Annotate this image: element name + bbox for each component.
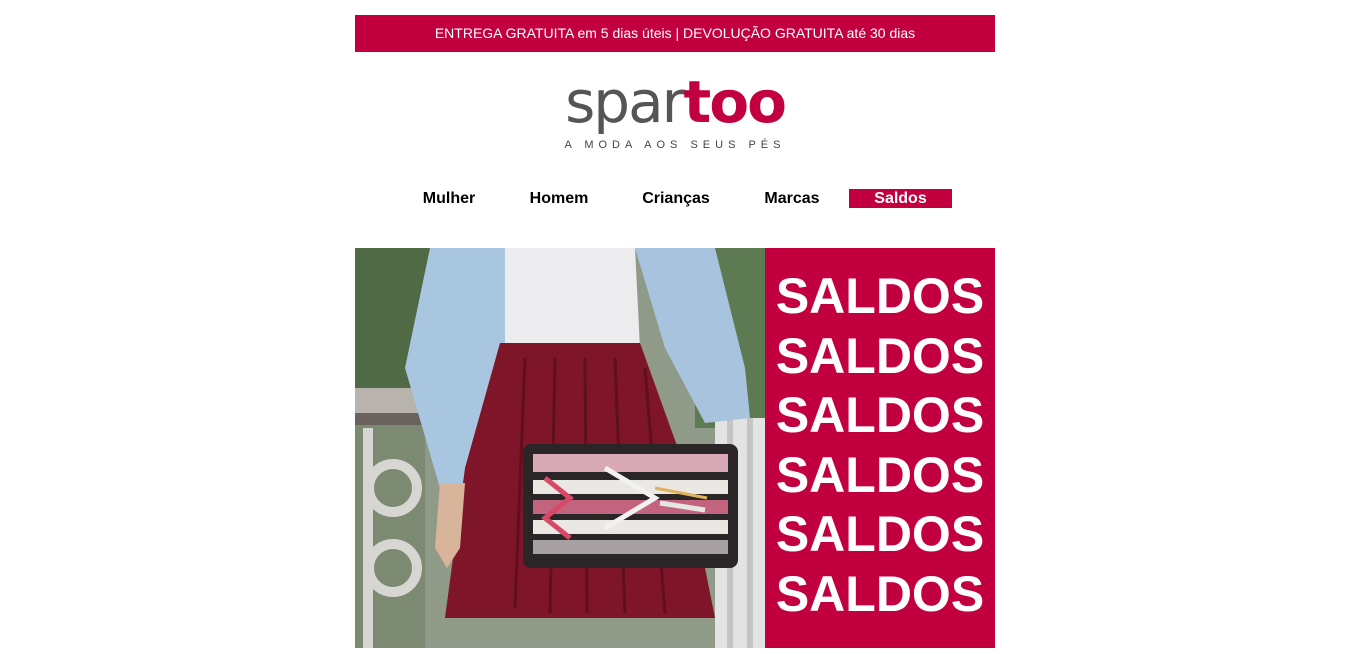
nav-saldos[interactable]: Saldos xyxy=(849,189,952,208)
logo-wordmark: spartoo xyxy=(355,68,995,136)
sale-word: SALDOS xyxy=(775,268,985,324)
promo-text: ENTREGA GRATUITA em 5 dias úteis | DEVOL… xyxy=(434,25,916,41)
sale-panel[interactable]: SALDOS SALDOS SALDOS SALDOS SALDOS SALDO… xyxy=(765,248,995,648)
logo-part-spar: spar xyxy=(565,68,685,136)
logo-tagline: A MODA AOS SEUS PÉS xyxy=(564,139,786,151)
promo-banner[interactable]: ENTREGA GRATUITA em 5 dias úteis | DEVOL… xyxy=(355,15,995,52)
sale-word: SALDOS xyxy=(775,506,985,562)
hero-photo-fashion-model[interactable] xyxy=(355,248,765,648)
hero-banner[interactable]: SALDOS SALDOS SALDOS SALDOS SALDOS SALDO… xyxy=(355,248,995,648)
email-container: ENTREGA GRATUITA em 5 dias úteis | DEVOL… xyxy=(355,15,995,648)
sale-word: SALDOS xyxy=(775,328,985,384)
sale-word: SALDOS xyxy=(775,447,985,503)
nav-marcas[interactable]: Marcas xyxy=(755,189,829,208)
logo-part-too: too xyxy=(683,68,787,136)
nav-criancas[interactable]: Crianças xyxy=(635,189,717,208)
nav-mulher[interactable]: Mulher xyxy=(415,189,483,208)
spartoo-logo[interactable]: spartoo A MODA AOS SEUS PÉS xyxy=(355,52,995,174)
sale-word: SALDOS xyxy=(775,387,985,443)
sale-word: SALDOS xyxy=(775,566,985,622)
hero-photo-illustration xyxy=(355,248,765,648)
main-nav: Mulher Homem Crianças Marcas Saldos xyxy=(355,174,995,211)
nav-homem[interactable]: Homem xyxy=(525,189,593,208)
